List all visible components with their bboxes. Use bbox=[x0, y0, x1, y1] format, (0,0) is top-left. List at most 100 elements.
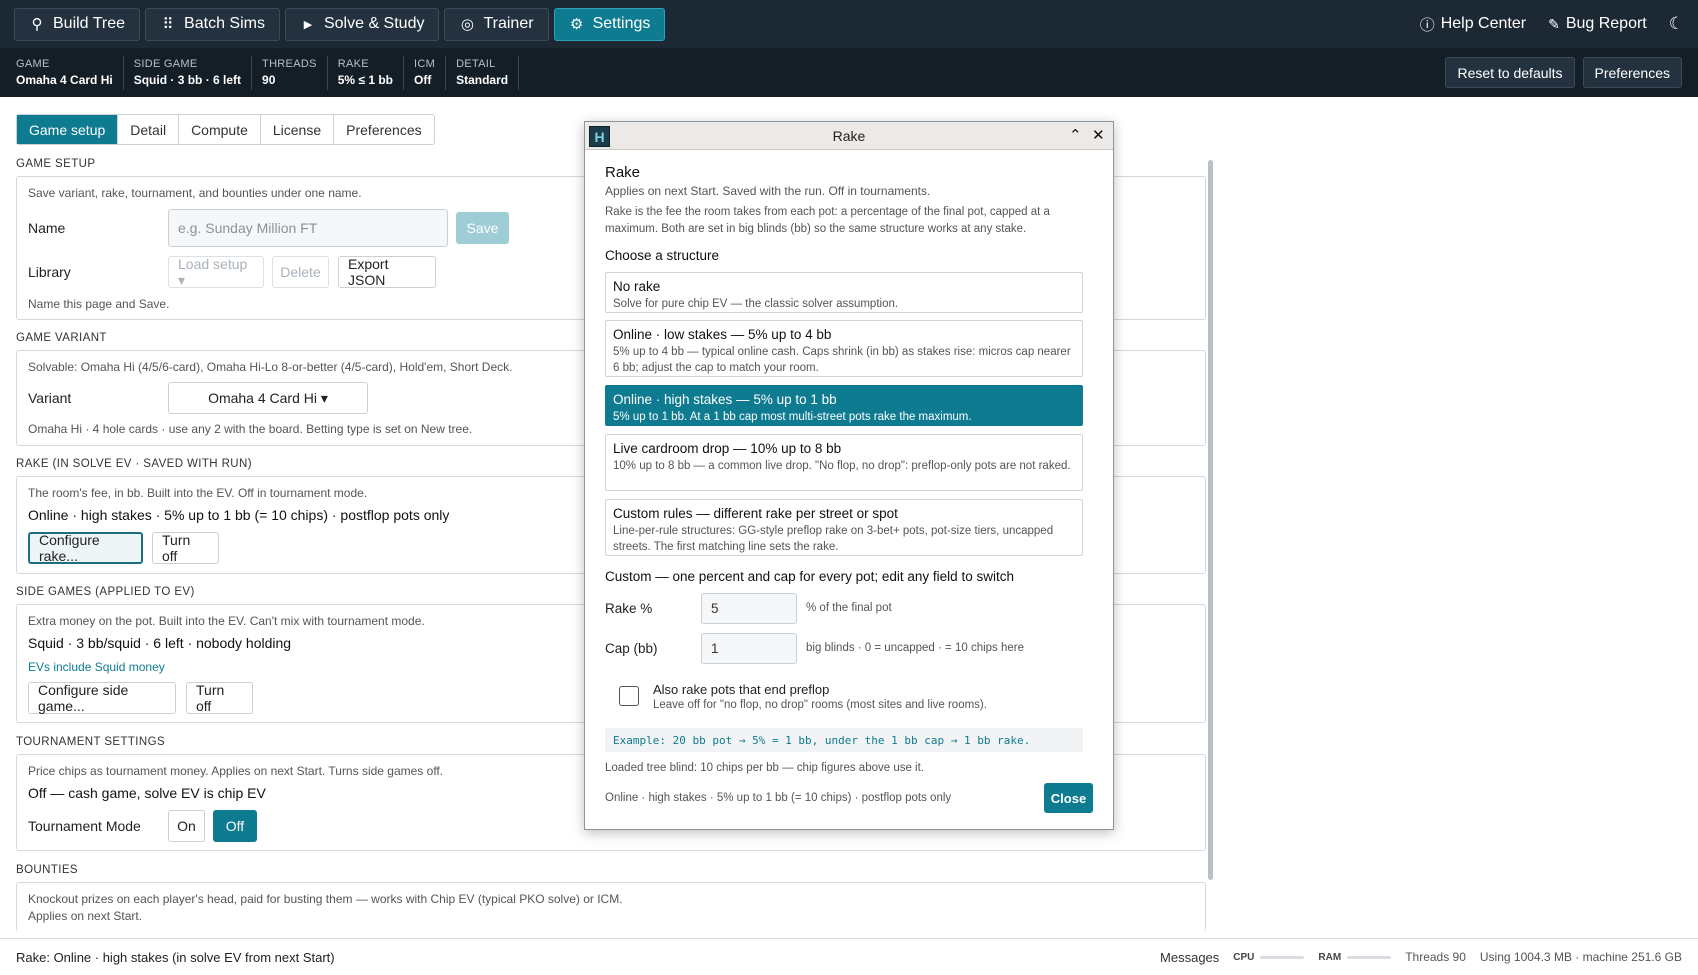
strip-game: GAME Omaha 4 Card Hi bbox=[16, 55, 124, 90]
cap-label: Cap (bb) bbox=[605, 641, 658, 656]
side-games-desc: Extra money on the pot. Built into the E… bbox=[28, 614, 425, 628]
wrench-icon: ✎ bbox=[1548, 15, 1560, 32]
trainer-button[interactable]: ◎ Trainer bbox=[444, 7, 549, 41]
tab-preferences[interactable]: Preferences bbox=[334, 115, 433, 144]
build-tree-button[interactable]: ⚲ Build Tree bbox=[14, 7, 141, 41]
close-button[interactable]: Close bbox=[1044, 783, 1093, 813]
rake-turn-off-button[interactable]: Turn off bbox=[152, 532, 219, 564]
rake-percent-unit: % of the final pot bbox=[806, 602, 892, 614]
bounties-desc-2: Applies on next Start. bbox=[28, 909, 143, 923]
rake-preflop-checkbox[interactable] bbox=[619, 686, 639, 706]
option-online-high-stakes[interactable]: Online · high stakes — 5% up to 1 bb 5% … bbox=[605, 385, 1083, 426]
rake-description: Rake is the fee the room takes from each… bbox=[605, 206, 1050, 235]
setup-name-input[interactable]: e.g. Sunday Million FT bbox=[168, 209, 448, 247]
bounties-desc: Knockout prizes on each player's head, p… bbox=[28, 892, 623, 906]
tab-detail[interactable]: Detail bbox=[118, 115, 180, 144]
tournament-on-button[interactable]: On bbox=[168, 810, 205, 842]
rake-desc: The room's fee, in bb. Built into the EV… bbox=[28, 486, 368, 500]
option-no-rake[interactable]: No rake Solve for pure chip EV — the cla… bbox=[605, 272, 1083, 313]
bounties-title: BOUNTIES bbox=[16, 864, 78, 876]
variant-hint: Omaha Hi · 4 hole cards · use any 2 with… bbox=[28, 422, 473, 436]
close-icon[interactable]: ✕ bbox=[1092, 126, 1105, 144]
game-setup-title: GAME SETUP bbox=[16, 158, 96, 170]
play-icon: ▶ bbox=[303, 18, 313, 31]
option-online-low-stakes[interactable]: Online · low stakes — 5% up to 4 bb 5% u… bbox=[605, 320, 1083, 377]
settings-button[interactable]: ⚙ Settings bbox=[553, 7, 666, 41]
rake-dialog-title: Rake bbox=[832, 127, 866, 144]
bounties-box bbox=[16, 882, 1206, 932]
side-game-turn-off-button[interactable]: Turn off bbox=[186, 682, 253, 714]
grid-icon: ⠿ bbox=[162, 16, 174, 33]
load-setup-dropdown[interactable]: Load setup ▾ bbox=[168, 256, 264, 288]
loaded-tree-info: Loaded tree blind: 10 chips per bb — chi… bbox=[605, 762, 925, 774]
cpu-meter-track bbox=[1260, 955, 1305, 959]
side-games-current: Squid · 3 bb/squid · 6 left · nobody hol… bbox=[28, 635, 292, 651]
strip-icm: ICM Off bbox=[414, 55, 447, 90]
strip-threads: THREADS 90 bbox=[262, 55, 328, 90]
choose-structure-heading: Choose a structure bbox=[605, 248, 720, 263]
squid-money-link[interactable]: EVs include Squid money bbox=[28, 660, 165, 674]
game-setup-hint: Name this page and Save. bbox=[28, 297, 170, 311]
configure-side-game-button[interactable]: Configure side game... bbox=[28, 682, 176, 714]
dark-mode-toggle[interactable]: ☾ bbox=[1669, 14, 1684, 34]
rake-percent-input[interactable]: 5 bbox=[701, 593, 797, 624]
settings-tabs: Game setup Detail Compute License Prefer… bbox=[16, 114, 435, 145]
target-icon: ◎ bbox=[460, 16, 475, 33]
tournament-off-button[interactable]: Off bbox=[213, 810, 257, 842]
rake-title: RAKE (IN SOLVE EV · SAVED WITH RUN) bbox=[16, 458, 252, 470]
rake-example: Example: 20 bb pot → 5% = 1 bb, under th… bbox=[605, 728, 1083, 752]
rake-dialog-titlebar[interactable]: H Rake ⌃ ✕ bbox=[585, 122, 1113, 150]
memory-usage: Using 1004.3 MB · machine 251.6 GB bbox=[1479, 950, 1682, 964]
tab-license[interactable]: License bbox=[261, 115, 335, 144]
tournament-mode-label: Tournament Mode bbox=[28, 818, 141, 834]
delete-button[interactable]: Delete bbox=[272, 256, 329, 288]
tournament-current: Off — cash game, solve EV is chip EV bbox=[28, 785, 266, 801]
batch-sims-button[interactable]: ⠿ Batch Sims bbox=[145, 7, 280, 41]
moon-icon: ☾ bbox=[1668, 14, 1684, 33]
variant-desc: Solvable: Omaha Hi (4/5/6-card), Omaha H… bbox=[28, 360, 513, 374]
option-live-cardroom[interactable]: Live cardroom drop — 10% up to 8 bb 10% … bbox=[605, 434, 1083, 491]
ram-meter-track bbox=[1347, 955, 1392, 959]
game-setup-desc: Save variant, rake, tournament, and boun… bbox=[28, 186, 362, 200]
library-label: Library bbox=[28, 264, 71, 280]
top-nav: ⚲ Build Tree ⠿ Batch Sims ▶ Solve & Study ◎… bbox=[0, 0, 1698, 48]
save-button[interactable]: Save bbox=[456, 212, 509, 244]
preferences-button[interactable]: Preferences bbox=[1582, 57, 1682, 88]
cap-unit: big blinds · 0 = uncapped · = 10 chips h… bbox=[806, 642, 1025, 654]
cap-input[interactable]: 1 bbox=[701, 633, 797, 664]
tab-compute[interactable]: Compute bbox=[179, 115, 261, 144]
rake-current: Online · high stakes · 5% up to 1 bb (= … bbox=[28, 507, 450, 523]
rake-summary: Online · high stakes · 5% up to 1 bb (= … bbox=[605, 792, 952, 804]
gear-icon: ⚙ bbox=[569, 16, 584, 33]
variant-label: Variant bbox=[28, 390, 72, 406]
tab-game-setup[interactable]: Game setup bbox=[17, 115, 119, 144]
messages-button[interactable]: Messages bbox=[1160, 950, 1219, 965]
configure-rake-button[interactable]: Configure rake... bbox=[28, 532, 143, 564]
help-center-link[interactable]: ⓘ Help Center bbox=[1420, 14, 1526, 35]
bug-report-link[interactable]: ✎ Bug Report bbox=[1548, 15, 1647, 33]
collapse-icon[interactable]: ⌃ bbox=[1069, 126, 1082, 144]
rake-preflop-label: Also rake pots that end preflop bbox=[653, 682, 830, 697]
variant-title: GAME VARIANT bbox=[16, 332, 107, 344]
rake-preflop-desc: Leave off for "no flop, no drop" rooms (… bbox=[653, 699, 987, 711]
strip-detail: DETAIL Standard bbox=[456, 55, 520, 90]
tree-icon: ⚲ bbox=[31, 16, 43, 33]
bottom-status-bar: Rake: Online · high stakes (in solve EV … bbox=[0, 938, 1698, 975]
bottom-status-text: Rake: Online · high stakes (in solve EV … bbox=[16, 949, 335, 965]
scrollbar[interactable] bbox=[1208, 160, 1213, 880]
side-games-title: SIDE GAMES (APPLIED TO EV) bbox=[16, 586, 195, 598]
solve-study-button[interactable]: ▶ Solve & Study bbox=[284, 7, 440, 41]
app-logo-icon: H bbox=[589, 126, 610, 147]
cpu-meter: CPU bbox=[1233, 952, 1305, 963]
variant-dropdown[interactable]: Omaha 4 Card Hi ▾ bbox=[168, 382, 368, 414]
option-custom-rules[interactable]: Custom rules — different rake per street… bbox=[605, 499, 1083, 556]
rake-subheading: Applies on next Start. Saved with the ru… bbox=[605, 184, 931, 198]
export-json-button[interactable]: Export JSON bbox=[338, 256, 436, 288]
name-label: Name bbox=[28, 220, 66, 236]
strip-rake: RAKE 5% ≤ 1 bb bbox=[338, 55, 404, 90]
tournament-desc: Price chips as tournament money. Applies… bbox=[28, 764, 444, 778]
reset-defaults-button[interactable]: Reset to defaults bbox=[1445, 57, 1575, 88]
help-icon: ⓘ bbox=[1419, 16, 1435, 34]
rake-dialog: H Rake ⌃ ✕ Rake Applies on next Start. S… bbox=[584, 121, 1114, 830]
rake-heading: Rake bbox=[605, 164, 641, 181]
